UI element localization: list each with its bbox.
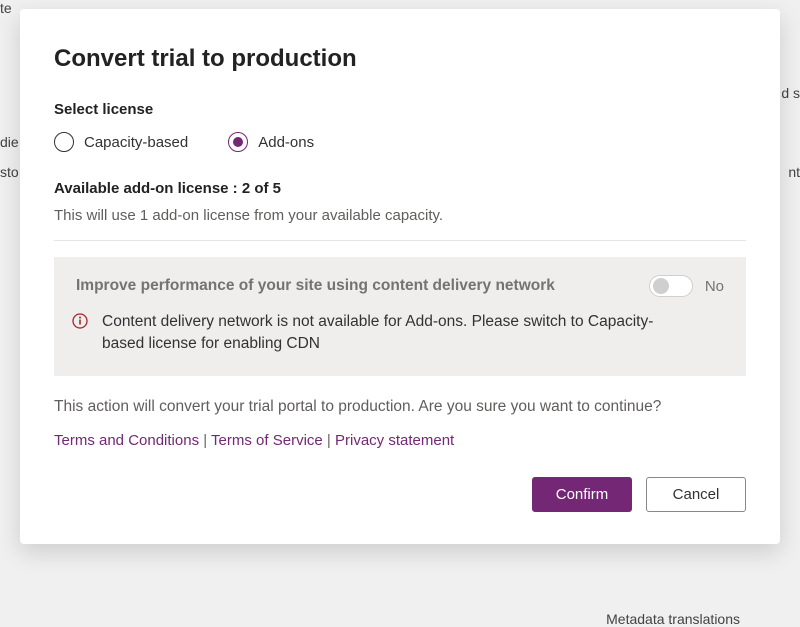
toggle-knob-icon	[653, 278, 669, 294]
background-text: Metadata translations	[606, 611, 740, 627]
cdn-warning-message: Content delivery network is not availabl…	[102, 311, 724, 356]
link-separator: |	[203, 432, 211, 449]
radio-add-ons[interactable]: Add-ons	[228, 132, 314, 152]
modal-title: Convert trial to production	[54, 45, 746, 73]
radio-label: Add-ons	[258, 134, 314, 151]
confirm-button[interactable]: Confirm	[532, 477, 632, 512]
toggle-state-label: No	[705, 278, 724, 295]
background-text: nt	[788, 164, 800, 180]
cdn-info-box: Improve performance of your site using c…	[54, 257, 746, 376]
privacy-statement-link[interactable]: Privacy statement	[335, 432, 454, 449]
legal-links: Terms and Conditions | Terms of Service …	[54, 432, 746, 449]
convert-trial-modal: Convert trial to production Select licen…	[20, 9, 780, 544]
cdn-toggle[interactable]	[649, 275, 693, 297]
radio-icon	[54, 132, 74, 152]
select-license-label: Select license	[54, 101, 746, 118]
modal-button-row: Confirm Cancel	[54, 477, 746, 512]
terms-conditions-link[interactable]: Terms and Conditions	[54, 432, 199, 449]
info-icon	[72, 313, 88, 329]
radio-label: Capacity-based	[84, 134, 188, 151]
background-text: te	[0, 0, 12, 16]
divider	[54, 240, 746, 241]
background-text: die	[0, 134, 19, 150]
radio-icon	[228, 132, 248, 152]
confirmation-message: This action will convert your trial port…	[54, 396, 746, 418]
background-text: d s	[781, 85, 800, 101]
radio-dot-icon	[233, 137, 243, 147]
link-separator: |	[327, 432, 335, 449]
radio-capacity-based[interactable]: Capacity-based	[54, 132, 188, 152]
background-text: sto	[0, 164, 19, 180]
license-usage-note: This will use 1 add-on license from your…	[54, 207, 746, 224]
terms-service-link[interactable]: Terms of Service	[211, 432, 323, 449]
available-license-count: Available add-on license : 2 of 5	[54, 180, 746, 197]
license-radio-group: Capacity-based Add-ons	[54, 132, 746, 152]
cancel-button[interactable]: Cancel	[646, 477, 746, 512]
cdn-toggle-label: Improve performance of your site using c…	[76, 277, 635, 295]
